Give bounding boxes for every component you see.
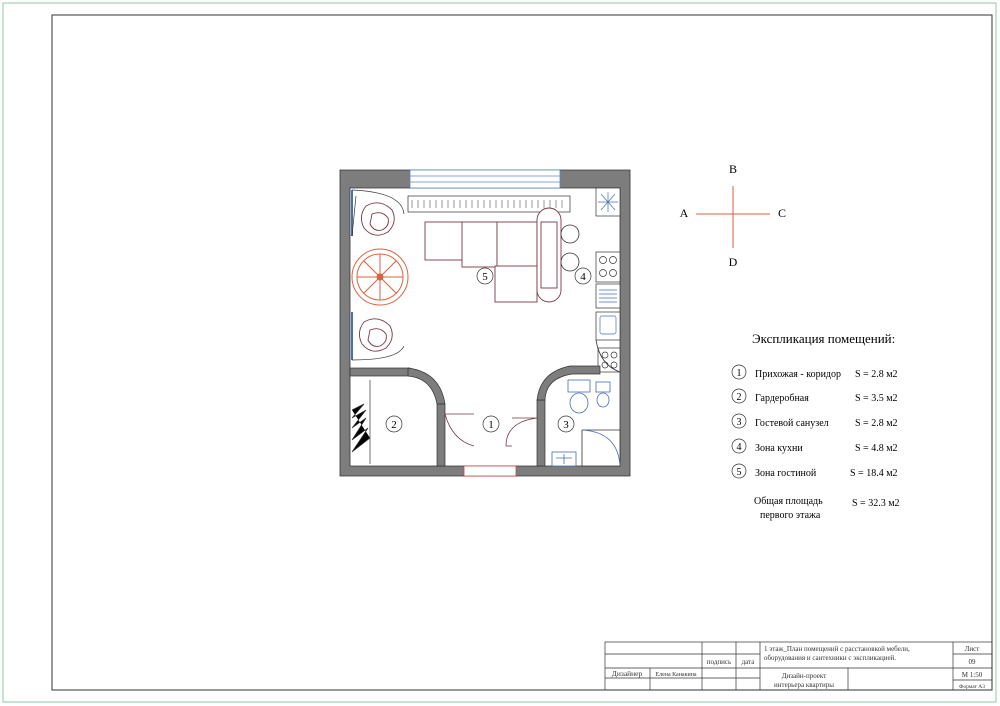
date-header: дата: [742, 658, 756, 666]
compass-east: C: [778, 206, 786, 220]
explication-room-name: Прихожая - коридор: [755, 369, 841, 380]
explication-num: 1: [737, 368, 742, 379]
explication-room-area: S = 3.5 м2: [855, 393, 898, 404]
explication-num: 3: [737, 417, 742, 428]
total-label-line1: Общая площадь: [754, 496, 823, 507]
designer-label: Дизайнер: [612, 669, 643, 678]
project-line1: Дизайн-проект: [782, 672, 827, 680]
compass-north: B: [729, 162, 737, 176]
sheet-label: Лист: [965, 645, 980, 653]
explication-room-name: Зона гостиной: [755, 468, 817, 479]
total-area: S = 32.3 м2: [852, 498, 900, 509]
sofa-blocks: [424, 207, 562, 303]
explication-room-name: Гостевой санузел: [755, 418, 829, 429]
explication: Экспликация помещений: 1 Прихожая - кори…: [731, 331, 900, 521]
round-table: [351, 248, 409, 306]
plan-room-2: 2: [391, 419, 397, 431]
description-line2: оборудования и сантехники с экспликацией…: [764, 654, 896, 662]
explication-num: 5: [737, 467, 742, 478]
explication-room-area: S = 18.4 м2: [850, 468, 898, 479]
kitchen-units: [595, 187, 621, 373]
bar-stool: [560, 252, 580, 272]
designer-name: Елена Канакина: [655, 672, 696, 678]
explication-title: Экспликация помещений:: [752, 331, 895, 346]
scale: М 1:50: [962, 671, 983, 679]
project-line2: интерьера квартиры: [774, 681, 834, 689]
wardrobe-hatch: [351, 380, 371, 464]
plan-room-1: 1: [488, 419, 494, 431]
plan-room-5: 5: [482, 271, 488, 283]
explication-room-area: S = 4.8 м2: [855, 443, 898, 454]
door-wardrobe: [444, 413, 475, 447]
explication-room-name: Зона кухни: [755, 443, 803, 454]
bar-stool: [560, 224, 580, 244]
drawing-sheet: 5 4 2 1 3 B A C D Экспликация помещений:…: [2, 2, 997, 703]
description-line1: 1 этаж_План помещений с расстановкой меб…: [764, 645, 910, 653]
explication-num: 4: [737, 442, 742, 453]
plan-room-4: 4: [580, 271, 586, 283]
sheet-format: Формат А3: [959, 684, 985, 690]
sheet-number: 09: [969, 658, 977, 666]
explication-num: 2: [737, 392, 742, 403]
window-top: [409, 169, 561, 189]
interior-walls: [349, 365, 601, 467]
inner-frame: [51, 14, 993, 691]
total-label-line2: первого этажа: [760, 510, 821, 521]
explication-room-area: S = 2.8 м2: [855, 418, 898, 429]
compass: B A C D: [680, 162, 786, 269]
door-bathroom: [505, 417, 538, 447]
entrance-opening: [463, 465, 517, 477]
floor-plan: 5 4 2 1 3: [339, 169, 631, 477]
compass-west: A: [680, 206, 689, 220]
compass-south: D: [729, 255, 738, 269]
explication-room-name: Гардеробная: [755, 393, 809, 404]
explication-room-area: S = 2.8 м2: [855, 369, 898, 380]
signature-header: подпись: [707, 658, 731, 666]
plan-room-3: 3: [563, 419, 569, 431]
outer-frame: [2, 2, 997, 703]
